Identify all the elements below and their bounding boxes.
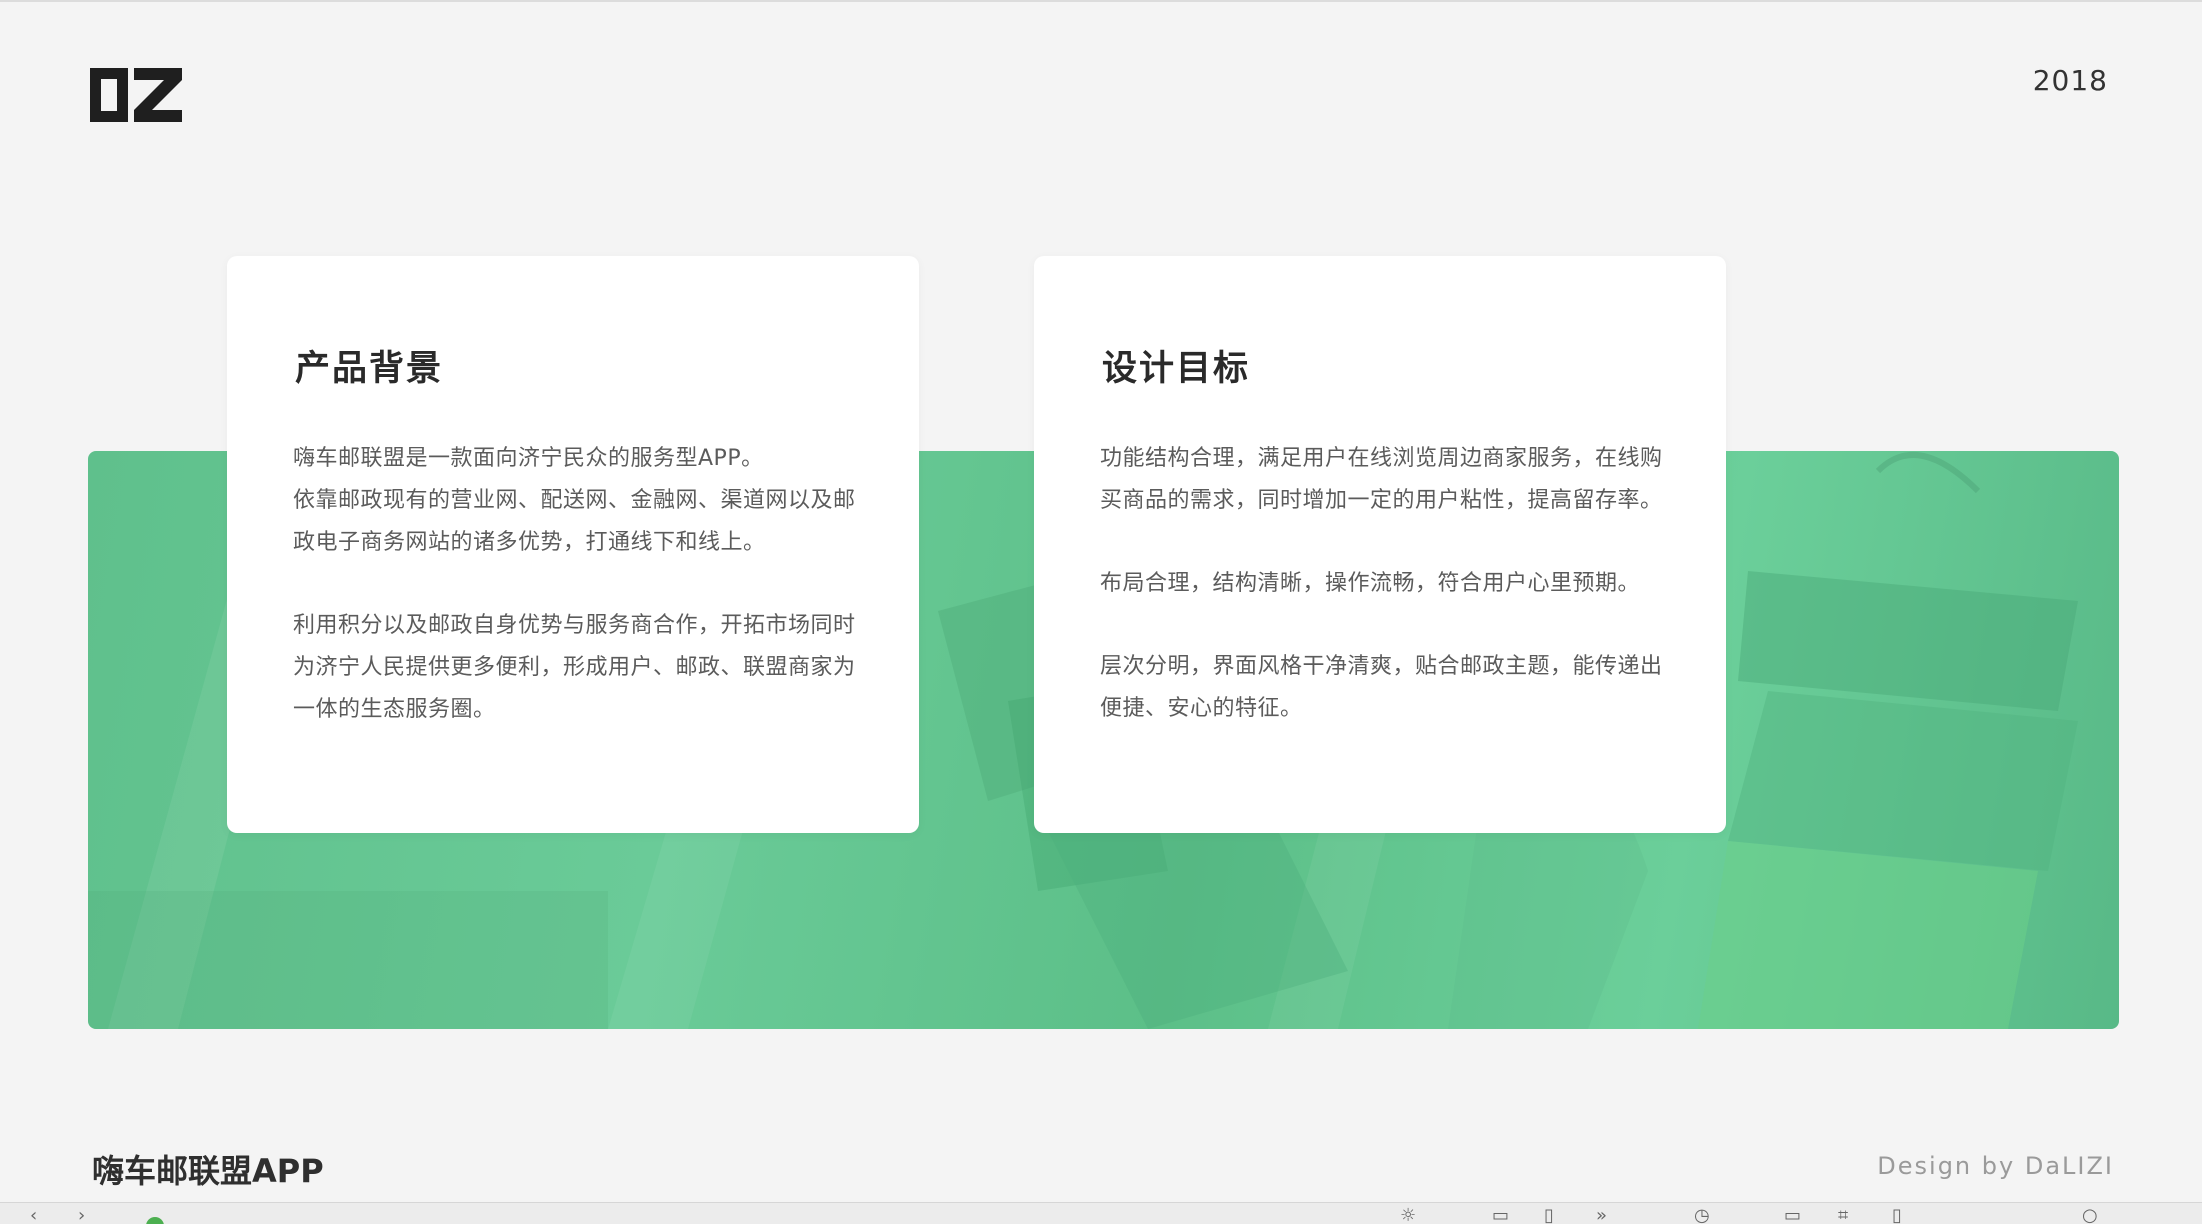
design-credit: Design by DaLIZI [1877, 1152, 2114, 1180]
paragraph-line: 功能结构合理，满足用户在线浏览周边商家服务，在线购 [1100, 446, 1663, 471]
paragraph-line: 布局合理，结构清晰，操作流畅，符合用户心里预期。 [1100, 571, 1641, 596]
chevron-left-icon[interactable]: ‹ [30, 1207, 37, 1224]
paragraph-line: 嗨车邮联盟是一款面向济宁民众的服务型APP。 [293, 446, 764, 471]
sun-icon[interactable]: ☼ [1400, 1207, 1416, 1224]
paragraph-line: 买商品的需求，同时增加一定的用户粘性，提高留存率。 [1100, 488, 1663, 513]
paragraph-line: 政电子商务网站的诸多优势，打通线下和线上。 [293, 530, 766, 555]
crop-icon[interactable]: ⌗ [1838, 1207, 1848, 1224]
design-goals-card: 设计目标 功能结构合理，满足用户在线浏览周边商家服务，在线购 买商品的需求，同时… [1034, 256, 1726, 833]
window-icon[interactable]: ▭ [1784, 1207, 1801, 1224]
card-body: 功能结构合理，满足用户在线浏览周边商家服务，在线购 买商品的需求，同时增加一定的… [1100, 438, 1690, 771]
slide-page: 2018 产品背景 嗨车邮联盟是一款面向济宁民众的服务型APP。 依靠邮政现有的… [0, 0, 2202, 1224]
zoom-icon[interactable]: ○ [2082, 1207, 2098, 1224]
card-paragraph: 利用积分以及邮政自身优势与服务商合作，开拓市场同时 为济宁人民提供更多便利，形成… [293, 605, 883, 731]
paragraph-line: 便捷、安心的特征。 [1100, 696, 1303, 721]
document-icon[interactable]: ▯ [1544, 1207, 1554, 1224]
product-background-card: 产品背景 嗨车邮联盟是一款面向济宁民众的服务型APP。 依靠邮政现有的营业网、配… [227, 256, 919, 833]
card-title: 产品背景 [295, 349, 444, 389]
card-paragraph: 功能结构合理，满足用户在线浏览周边商家服务，在线购 买商品的需求，同时增加一定的… [1100, 438, 1690, 522]
card-body: 嗨车邮联盟是一款面向济宁民众的服务型APP。 依靠邮政现有的营业网、配送网、金融… [293, 438, 883, 772]
card-paragraph: 布局合理，结构清晰，操作流畅，符合用户心里预期。 [1100, 563, 1690, 605]
forward-icon[interactable]: » [1596, 1207, 1607, 1224]
file-icon[interactable]: ▯ [1892, 1207, 1902, 1224]
chevron-right-icon[interactable]: › [78, 1207, 85, 1224]
logo-mark [90, 68, 182, 122]
top-divider [0, 0, 2202, 2]
card-title: 设计目标 [1102, 349, 1251, 389]
frame-icon[interactable]: ▭ [1492, 1207, 1509, 1224]
bottom-toolbar: ‹ › ☼ ▭ ▯ » ◷ ▭ ⌗ ▯ ○ [0, 1202, 2202, 1224]
paragraph-line: 依靠邮政现有的营业网、配送网、金融网、渠道网以及邮 [293, 488, 856, 513]
status-icon [146, 1217, 164, 1224]
card-paragraph: 层次分明，界面风格干净清爽，贴合邮政主题，能传递出 便捷、安心的特征。 [1100, 646, 1690, 730]
paragraph-line: 一体的生态服务圈。 [293, 697, 496, 722]
paragraph-line: 层次分明，界面风格干净清爽，贴合邮政主题，能传递出 [1100, 654, 1663, 679]
clock-icon[interactable]: ◷ [1694, 1207, 1710, 1224]
card-paragraph: 嗨车邮联盟是一款面向济宁民众的服务型APP。 依靠邮政现有的营业网、配送网、金融… [293, 438, 883, 564]
app-name-title: 嗨车邮联盟APP [92, 1152, 324, 1190]
paragraph-line: 利用积分以及邮政自身优势与服务商合作，开拓市场同时 [293, 613, 856, 638]
paragraph-line: 为济宁人民提供更多便利，形成用户、邮政、联盟商家为 [293, 655, 856, 680]
year-label: 2018 [2032, 64, 2108, 97]
